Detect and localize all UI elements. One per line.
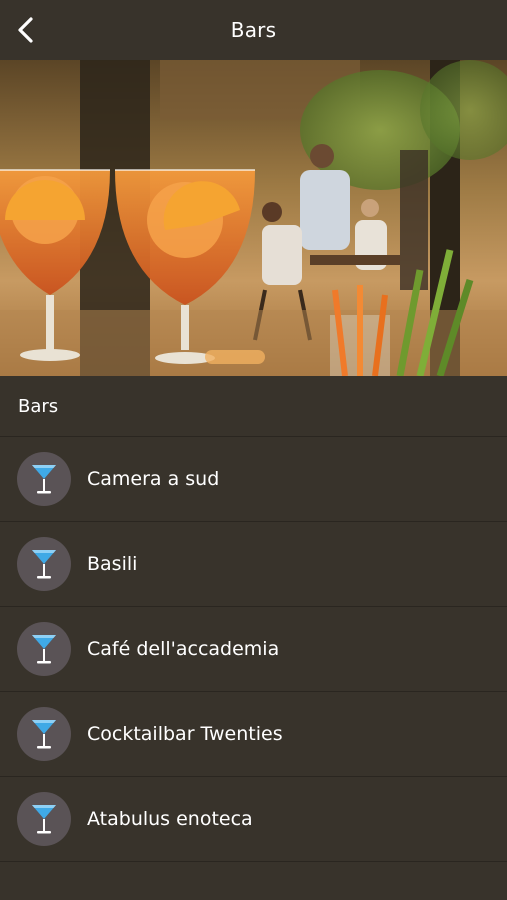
back-button[interactable]	[8, 12, 44, 48]
cocktail-glass-icon	[32, 805, 56, 834]
list-item-label: Camera a sud	[87, 468, 220, 490]
list-item-label: Atabulus enoteca	[87, 808, 253, 830]
list-item-label: Cocktailbar Twenties	[87, 723, 283, 745]
cocktail-glass-icon	[32, 550, 56, 579]
avatar	[17, 792, 71, 846]
avatar	[17, 622, 71, 676]
top-bar: Bars	[0, 0, 507, 60]
avatar	[17, 537, 71, 591]
hero-illustration	[0, 60, 507, 376]
list-item[interactable]: Atabulus enoteca	[0, 777, 507, 862]
cocktail-glass-icon	[32, 635, 56, 664]
avatar	[17, 707, 71, 761]
list-item-label: Basili	[87, 553, 138, 575]
list-item-label: Café dell'accademia	[87, 638, 280, 660]
list-item[interactable]: Basili	[0, 522, 507, 607]
page-title: Bars	[230, 18, 277, 42]
hero-image	[0, 60, 507, 376]
cocktail-glass-icon	[32, 465, 56, 494]
cocktail-glass-icon	[32, 720, 56, 749]
list-item[interactable]: Cocktailbar Twenties	[0, 692, 507, 777]
avatar	[17, 452, 71, 506]
chevron-left-icon	[18, 17, 33, 43]
section-header: Bars	[0, 376, 507, 437]
list-item[interactable]: Camera a sud	[0, 437, 507, 522]
bars-list: Camera a sud Basili Café dell'accademia	[0, 437, 507, 862]
list-item[interactable]: Café dell'accademia	[0, 607, 507, 692]
